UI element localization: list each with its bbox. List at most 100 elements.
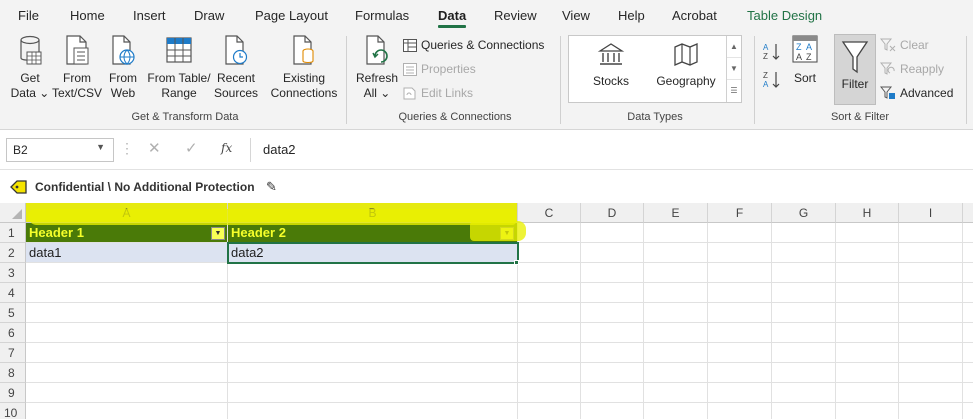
tab-review[interactable]: Review [494, 8, 537, 23]
grid-cell[interactable] [581, 223, 644, 243]
grid-cell[interactable] [518, 243, 581, 263]
grid-cell[interactable] [963, 403, 973, 419]
grid-cell[interactable] [518, 403, 581, 419]
column-header-b[interactable]: B [228, 203, 518, 223]
grid-cell[interactable] [26, 283, 228, 303]
sort-az-button[interactable]: A Z [762, 42, 784, 66]
grid-cell[interactable] [963, 303, 973, 323]
data-types-scroll[interactable]: ▲ ▼ ☰ [726, 36, 741, 102]
grid-cell[interactable] [963, 363, 973, 383]
grid-cell[interactable] [963, 223, 973, 243]
grid-cell[interactable] [26, 403, 228, 419]
grid-cell[interactable] [963, 383, 973, 403]
grid-cell[interactable] [228, 343, 518, 363]
grid-cell[interactable] [772, 303, 836, 323]
grid-cell[interactable] [581, 303, 644, 323]
edit-links-button[interactable]: Edit Links [403, 86, 473, 100]
grid-cell[interactable] [228, 303, 518, 323]
grid-cell[interactable] [708, 303, 772, 323]
table-header-cell-a1[interactable]: Header 1 [26, 223, 228, 243]
grid-cell[interactable] [772, 403, 836, 419]
chevron-down-icon[interactable]: ▼ [96, 142, 105, 152]
grid-cell[interactable] [644, 223, 708, 243]
enter-check-icon[interactable]: ✓ [185, 139, 198, 157]
grid-cell[interactable] [644, 263, 708, 283]
grid-cell[interactable] [26, 383, 228, 403]
properties-button[interactable]: Properties [403, 62, 476, 76]
stocks-button[interactable]: Stocks [587, 42, 635, 88]
grid-cell[interactable] [899, 343, 963, 363]
grid-cell[interactable] [228, 383, 518, 403]
tab-home[interactable]: Home [70, 8, 105, 23]
filter-dropdown-icon[interactable]: ▼ [211, 227, 225, 240]
formula-input[interactable]: data2 [250, 138, 973, 162]
column-header-d[interactable]: D [581, 203, 644, 223]
tab-acrobat[interactable]: Acrobat [672, 8, 717, 23]
grid-cell[interactable] [708, 323, 772, 343]
grid-cell[interactable] [899, 383, 963, 403]
edit-pencil-icon[interactable]: ✎ [266, 179, 277, 195]
grid-cell[interactable] [708, 363, 772, 383]
grid-cell[interactable] [644, 403, 708, 419]
grid-cell[interactable] [963, 323, 973, 343]
row-header[interactable]: 6 [0, 323, 26, 343]
grid-cell[interactable] [644, 303, 708, 323]
grid-cell[interactable] [836, 303, 899, 323]
grid-cell[interactable] [644, 243, 708, 263]
scroll-up-icon[interactable]: ▲ [727, 36, 741, 58]
grid-cell[interactable] [836, 343, 899, 363]
grid-cell[interactable] [772, 243, 836, 263]
grid-cell[interactable] [836, 363, 899, 383]
grid-cell[interactable] [772, 223, 836, 243]
scroll-down-icon[interactable]: ▼ [727, 58, 741, 80]
grid-cell[interactable] [644, 343, 708, 363]
grid-cell[interactable] [772, 263, 836, 283]
grid-cell[interactable] [963, 243, 973, 263]
grid-cell[interactable] [581, 363, 644, 383]
clear-filter-button[interactable]: Clear [880, 38, 929, 52]
row-header[interactable]: 3 [0, 263, 26, 283]
advanced-filter-button[interactable]: Advanced [880, 86, 953, 100]
grid-cell[interactable] [228, 283, 518, 303]
grid-cell[interactable] [518, 303, 581, 323]
table-cell-b2[interactable]: data2 [228, 243, 518, 263]
tab-insert[interactable]: Insert [133, 8, 166, 23]
grid-cell[interactable] [518, 383, 581, 403]
grid-cell[interactable] [963, 263, 973, 283]
grid-cell[interactable] [26, 303, 228, 323]
grid-cell[interactable] [899, 303, 963, 323]
select-all-corner[interactable] [0, 203, 26, 223]
reapply-button[interactable]: Reapply [880, 62, 944, 76]
grid-cell[interactable] [518, 223, 581, 243]
grid-cell[interactable] [228, 323, 518, 343]
row-header[interactable]: 8 [0, 363, 26, 383]
row-header[interactable]: 5 [0, 303, 26, 323]
grid-cell[interactable] [836, 243, 899, 263]
grid-cell[interactable] [581, 323, 644, 343]
grid-cell[interactable] [899, 323, 963, 343]
grid-cell[interactable] [518, 283, 581, 303]
from-web-button[interactable]: From Web [106, 34, 140, 101]
grid-cell[interactable] [836, 383, 899, 403]
grid-cell[interactable] [708, 343, 772, 363]
tab-view[interactable]: View [562, 8, 590, 23]
tab-table-design[interactable]: Table Design [747, 8, 822, 23]
grid-cell[interactable] [228, 263, 518, 283]
get-data-button[interactable]: Get Data ⌄ [10, 34, 50, 101]
name-box[interactable]: B2 ▼ [6, 138, 114, 162]
grid-cell[interactable] [899, 363, 963, 383]
grid-cell[interactable] [518, 363, 581, 383]
gallery-more-icon[interactable]: ☰ [727, 80, 741, 102]
grid-cell[interactable] [899, 283, 963, 303]
tab-data[interactable]: Data [438, 8, 467, 28]
grid-cell[interactable] [836, 283, 899, 303]
from-table-range-button[interactable]: From Table/ Range [145, 34, 213, 101]
tab-draw[interactable]: Draw [194, 8, 224, 23]
grid-cell[interactable] [708, 223, 772, 243]
column-header-a[interactable]: A [26, 203, 228, 223]
column-header-e[interactable]: E [644, 203, 708, 223]
grid-cell[interactable] [581, 403, 644, 419]
insert-function-icon[interactable]: fx [221, 141, 232, 155]
row-header[interactable]: 7 [0, 343, 26, 363]
recent-sources-button[interactable]: Recent Sources [214, 34, 258, 101]
